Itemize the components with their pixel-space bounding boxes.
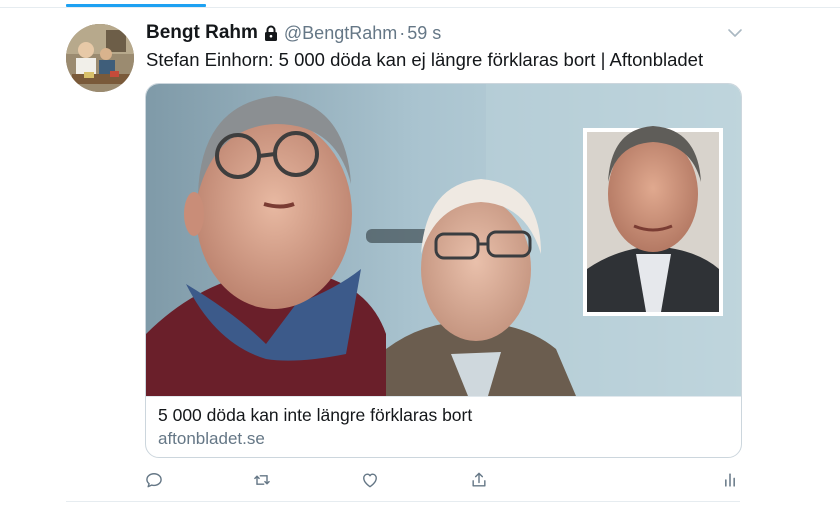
share-button[interactable] [468,469,490,491]
chevron-down-icon[interactable] [727,26,743,38]
share-icon [472,472,486,487]
card-title[interactable]: 5 000 döda kan inte längre förklaras bor… [158,405,472,426]
tweet-header: Bengt Rahm @BengtRahm · 59 s [146,21,441,45]
tweet-text: Stefan Einhorn: 5 000 döda kan ej längre… [146,49,704,70]
reply-icon [146,473,162,488]
avatar[interactable] [66,24,134,92]
retweet-icon [254,475,270,485]
top-divider [0,7,840,8]
bottom-divider [66,501,740,502]
avatar-image [66,24,134,92]
like-icon [363,473,377,488]
reply-button[interactable] [143,469,165,491]
like-button[interactable] [359,469,381,491]
display-name[interactable]: Bengt Rahm [146,22,258,44]
header-separator: · [399,22,406,43]
lock-icon [264,25,278,41]
card-domain[interactable]: aftonbladet.se [158,429,265,449]
tweet-timeline: Bengt Rahm @BengtRahm · 59 s Stefan Einh… [0,0,840,514]
timestamp[interactable]: 59 s [407,23,441,44]
card-divider [146,396,741,397]
active-tab-indicator [66,4,206,7]
retweet-button[interactable] [251,469,273,491]
analytics-button[interactable] [719,469,741,491]
card-image [146,84,741,396]
user-handle[interactable]: @BengtRahm [284,23,397,44]
analytics-icon [725,473,735,487]
link-card[interactable]: 5 000 döda kan inte längre förklaras bor… [145,83,742,458]
